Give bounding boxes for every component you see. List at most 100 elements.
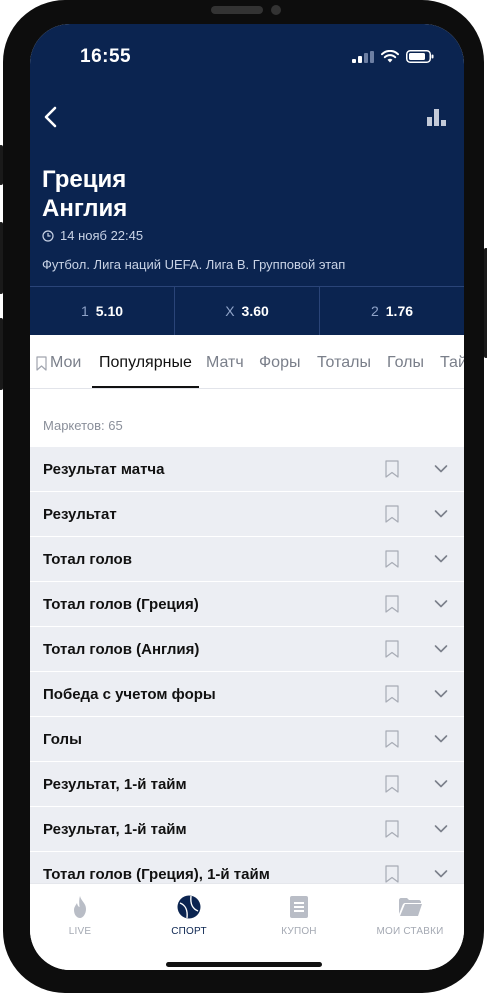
battery-icon bbox=[406, 50, 434, 63]
market-row[interactable]: Результат матча bbox=[30, 447, 464, 492]
status-time: 16:55 bbox=[80, 46, 132, 67]
bookmark-icon[interactable] bbox=[385, 460, 399, 478]
market-tabs: Мои Популярные Матч Форы Тоталы Голы Тай bbox=[30, 335, 464, 389]
chevron-down-icon[interactable] bbox=[434, 599, 448, 609]
volume-down-button bbox=[0, 318, 3, 390]
nav-sport[interactable]: СПОРТ bbox=[149, 894, 229, 937]
market-name: Результат, 1-й тайм bbox=[43, 821, 187, 838]
odd-value: 1.76 bbox=[385, 303, 414, 319]
odd-label: 1 bbox=[80, 303, 89, 319]
market-name: Тотал голов bbox=[43, 551, 132, 568]
market-row[interactable]: Тотал голов bbox=[30, 537, 464, 582]
chevron-down-icon[interactable] bbox=[434, 554, 448, 564]
nav-label: МОИ СТАВКИ bbox=[376, 926, 444, 937]
bookmark-icon bbox=[36, 355, 47, 371]
chevron-down-icon[interactable] bbox=[434, 869, 448, 879]
tab-halves[interactable]: Тай bbox=[440, 354, 464, 372]
bookmark-icon[interactable] bbox=[385, 505, 399, 523]
market-row[interactable]: Результат bbox=[30, 492, 464, 537]
front-camera bbox=[271, 5, 281, 15]
chevron-down-icon[interactable] bbox=[434, 779, 448, 789]
bookmark-icon[interactable] bbox=[385, 775, 399, 793]
clock-icon bbox=[42, 229, 54, 242]
tab-match[interactable]: Матч bbox=[206, 354, 244, 372]
markets-count: Маркетов: 65 bbox=[43, 418, 123, 433]
odd-value: 5.10 bbox=[95, 303, 124, 319]
chevron-down-icon[interactable] bbox=[434, 689, 448, 699]
market-row[interactable]: Тотал голов (Греция) bbox=[30, 582, 464, 627]
app-screen: 16:55 Греция Англия 14 нояб 22:45 Футбол… bbox=[30, 24, 464, 970]
bar-chart-icon bbox=[427, 109, 446, 126]
cellular-signal-icon bbox=[352, 50, 374, 63]
market-name: Победа с учетом форы bbox=[43, 686, 216, 703]
match-header: 16:55 Греция Англия 14 нояб 22:45 Футбол… bbox=[30, 24, 464, 335]
market-name: Голы bbox=[43, 731, 82, 748]
market-row[interactable]: Тотал голов (Англия) bbox=[30, 627, 464, 672]
market-name: Тотал голов (Греция), 1-й тайм bbox=[43, 866, 270, 883]
tab-label: Мои bbox=[50, 354, 82, 371]
tab-popular[interactable]: Популярные bbox=[99, 354, 192, 372]
bookmark-icon[interactable] bbox=[385, 550, 399, 568]
tab-totals[interactable]: Тоталы bbox=[317, 354, 371, 372]
nav-label: КУПОН bbox=[281, 926, 317, 937]
bookmark-icon[interactable] bbox=[385, 640, 399, 658]
phone-frame: 16:55 Греция Англия 14 нояб 22:45 Футбол… bbox=[0, 0, 487, 993]
market-name: Тотал голов (Англия) bbox=[43, 641, 200, 658]
active-tab-indicator bbox=[92, 386, 199, 388]
market-list: Результат матча Результат Тотал голов То… bbox=[30, 447, 464, 897]
folder-icon bbox=[399, 898, 422, 916]
chevron-down-icon[interactable] bbox=[434, 644, 448, 654]
main-odds-row: 1 5.10 X 3.60 2 1.76 bbox=[30, 286, 464, 335]
team-away-name: Англия bbox=[42, 195, 128, 222]
market-name: Тотал голов (Греция) bbox=[43, 596, 199, 613]
status-icons bbox=[352, 50, 434, 63]
chevron-down-icon[interactable] bbox=[434, 509, 448, 519]
odd-label: 2 bbox=[370, 303, 379, 319]
odd-draw[interactable]: X 3.60 bbox=[174, 287, 319, 335]
coupon-icon bbox=[290, 896, 308, 918]
ball-icon bbox=[177, 895, 201, 919]
bookmark-icon[interactable] bbox=[385, 865, 399, 883]
nav-live[interactable]: LIVE bbox=[40, 894, 120, 937]
nav-label: СПОРТ bbox=[171, 926, 207, 937]
home-indicator bbox=[166, 962, 322, 967]
odd-label: X bbox=[225, 303, 235, 319]
bookmark-icon[interactable] bbox=[385, 820, 399, 838]
market-row[interactable]: Результат, 1-й тайм bbox=[30, 807, 464, 852]
market-name: Результат матча bbox=[43, 461, 165, 478]
market-row[interactable]: Голы bbox=[30, 717, 464, 762]
speaker-grille bbox=[211, 6, 263, 14]
chevron-left-icon bbox=[44, 106, 57, 128]
back-button[interactable] bbox=[40, 102, 68, 132]
market-row[interactable]: Победа с учетом форы bbox=[30, 672, 464, 717]
tab-handicaps[interactable]: Форы bbox=[259, 354, 300, 372]
statistics-button[interactable] bbox=[426, 106, 448, 128]
odd-value: 3.60 bbox=[241, 303, 269, 319]
mute-switch bbox=[0, 145, 3, 185]
wifi-icon bbox=[381, 50, 399, 63]
tab-goals[interactable]: Голы bbox=[387, 354, 424, 372]
team-home-name: Греция bbox=[42, 166, 127, 193]
nav-label: LIVE bbox=[68, 926, 92, 937]
nav-my-bets[interactable]: МОИ СТАВКИ bbox=[367, 894, 453, 937]
odd-home-win[interactable]: 1 5.10 bbox=[30, 287, 174, 335]
chevron-down-icon[interactable] bbox=[434, 824, 448, 834]
chevron-down-icon[interactable] bbox=[434, 734, 448, 744]
status-bar: 16:55 bbox=[30, 24, 464, 84]
bookmark-icon[interactable] bbox=[385, 595, 399, 613]
nav-coupon[interactable]: КУПОН bbox=[259, 894, 339, 937]
market-row[interactable]: Результат, 1-й тайм bbox=[30, 762, 464, 807]
bookmark-icon[interactable] bbox=[385, 685, 399, 703]
tab-my[interactable]: Мои bbox=[36, 354, 81, 372]
bottom-navigation: LIVE СПОРТ КУПОН МОИ СТАВКИ bbox=[30, 883, 464, 970]
league-info: Футбол. Лига наций UEFA. Лига B. Группов… bbox=[42, 257, 346, 272]
chevron-down-icon[interactable] bbox=[434, 464, 448, 474]
match-datetime-text: 14 нояб 22:45 bbox=[60, 228, 144, 243]
flame-icon bbox=[74, 896, 86, 918]
market-name: Результат, 1-й тайм bbox=[43, 776, 187, 793]
match-datetime: 14 нояб 22:45 bbox=[42, 228, 143, 243]
volume-up-button bbox=[0, 222, 3, 294]
bookmark-icon[interactable] bbox=[385, 730, 399, 748]
market-name: Результат bbox=[43, 506, 117, 523]
odd-away-win[interactable]: 2 1.76 bbox=[319, 287, 464, 335]
